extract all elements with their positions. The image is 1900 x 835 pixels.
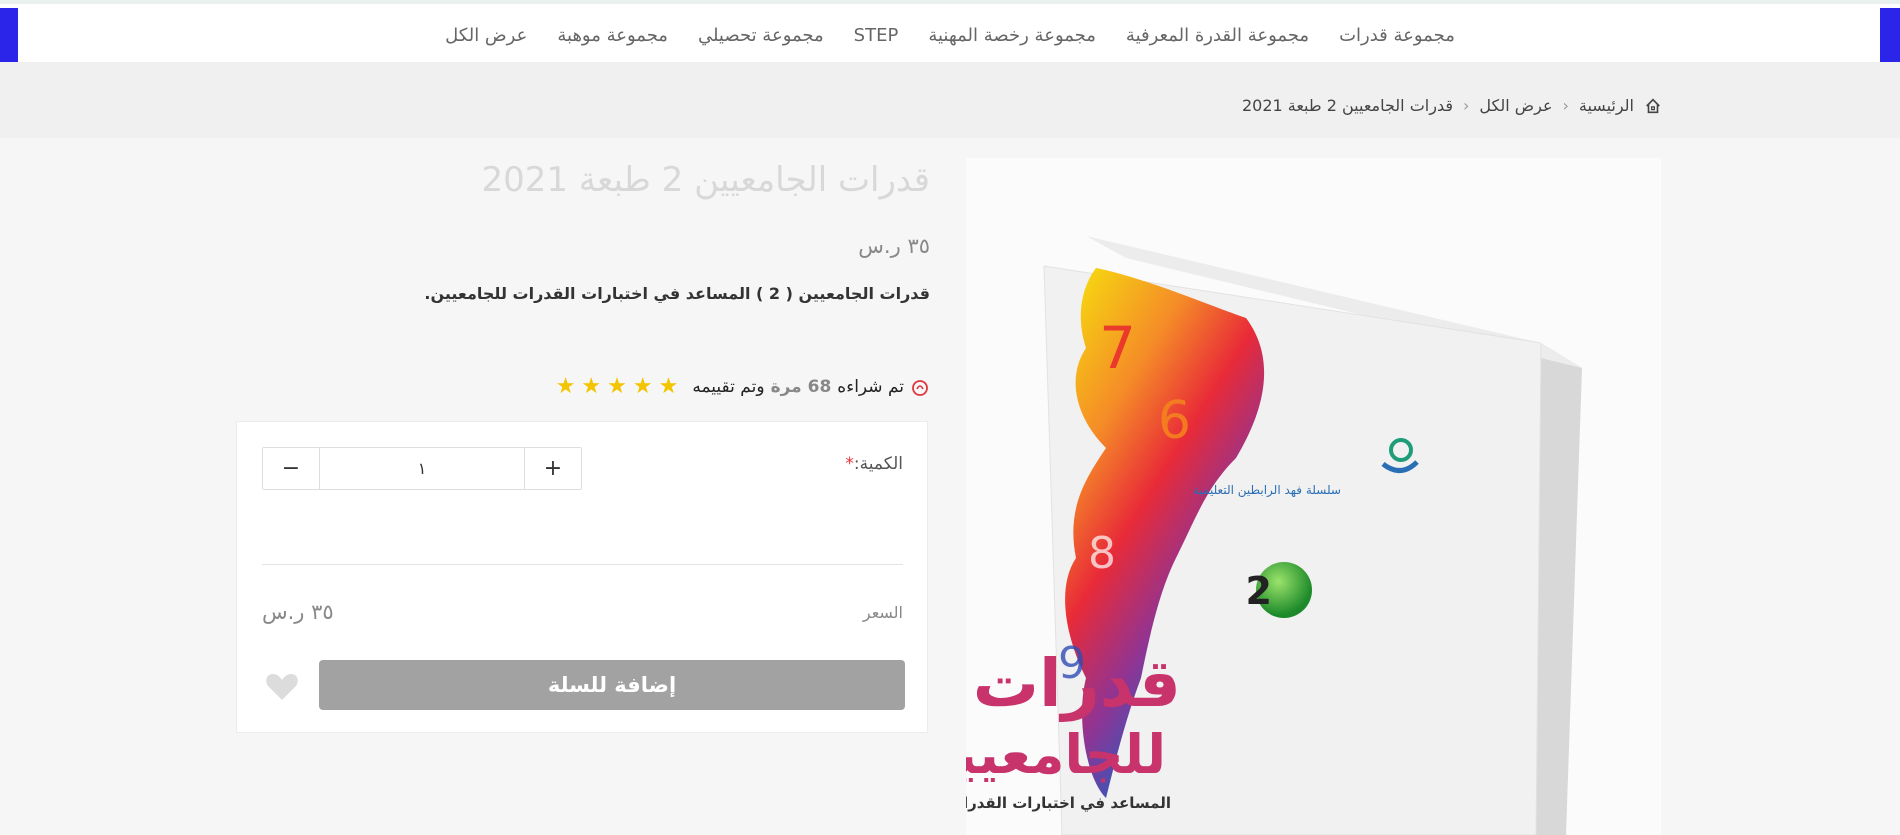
required-mark: *	[845, 454, 854, 474]
purchase-prefix: تم شراءه	[837, 377, 904, 397]
star-icon: ★	[632, 374, 653, 399]
chevron-left-icon: ‹	[1463, 96, 1470, 115]
add-to-cart-button[interactable]: إضافة للسلة	[319, 660, 905, 710]
quantity-input[interactable]	[320, 448, 524, 489]
breadcrumb-home[interactable]: الرئيسية	[1579, 96, 1634, 115]
product-image[interactable]: 7 6 8 9 سلسلة فهد الرابطين التعليمية 2 ق…	[966, 158, 1661, 835]
purchase-suffix: وتم تقييمه	[692, 377, 765, 397]
quantity-label: الكمية:*	[845, 454, 903, 474]
nav-item-view-all[interactable]: عرض الكل	[445, 25, 527, 46]
rating-stars: ★ ★ ★ ★ ★	[556, 376, 679, 398]
divider	[262, 564, 903, 565]
product-title: قدرات الجامعيين 2 طبعة 2021	[481, 160, 930, 200]
nav-item-step[interactable]: STEP	[854, 25, 899, 46]
svg-text:قدرات: قدرات	[973, 645, 1181, 722]
add-to-cart-box: الكمية:* − + السعر ٣٥ ر.س إضافة للسلة	[236, 421, 928, 733]
quantity-label-text: الكمية:	[853, 454, 903, 474]
svg-text:6: 6	[1158, 391, 1191, 451]
product-price: ٣٥ ر.س	[858, 234, 930, 258]
svg-text:7: 7	[1099, 314, 1136, 382]
quantity-stepper: − +	[262, 447, 582, 490]
svg-text:للجامعيين: للجامعيين	[966, 723, 1166, 786]
main-nav: مجموعة قدرات مجموعة القدرة المعرفية مجمو…	[0, 4, 1900, 66]
breadcrumb: الرئيسية ‹ عرض الكل ‹ قدرات الجامعيين 2 …	[1242, 96, 1662, 115]
home-icon[interactable]	[1644, 97, 1662, 115]
decrease-quantity-button[interactable]: −	[263, 448, 320, 489]
svg-text:2: 2	[1246, 569, 1272, 613]
breadcrumb-view-all[interactable]: عرض الكل	[1479, 96, 1552, 115]
svg-text:سلسلة فهد الرابطين التعليمية: سلسلة فهد الرابطين التعليمية	[1193, 483, 1341, 498]
purchase-rating-row: تم شراءه 68 مرة وتم تقييمه ★ ★ ★ ★ ★	[556, 376, 930, 398]
svg-text:المساعد في اختبارات القدرات لل: المساعد في اختبارات القدرات للجامعيين	[966, 794, 1171, 812]
top-navbar: مجموعة قدرات مجموعة القدرة المعرفية مجمو…	[0, 0, 1900, 66]
nav-item-mawhiba[interactable]: مجموعة موهبة	[557, 25, 668, 46]
chevron-left-icon: ‹	[1562, 96, 1569, 115]
breadcrumb-current: قدرات الجامعيين 2 طبعة 2021	[1241, 96, 1453, 115]
nav-item-qudurat[interactable]: مجموعة قدرات	[1339, 25, 1455, 46]
purchase-count: 68 مرة	[770, 377, 832, 397]
increase-quantity-button[interactable]: +	[524, 448, 581, 489]
fire-icon	[912, 380, 928, 396]
nav-item-license[interactable]: مجموعة رخصة المهنية	[928, 25, 1096, 46]
heart-icon[interactable]	[265, 672, 299, 702]
nav-item-cognitive[interactable]: مجموعة القدرة المعرفية	[1126, 25, 1309, 46]
book-cover-illustration: 7 6 8 9 سلسلة فهد الرابطين التعليمية 2 ق…	[966, 236, 1582, 835]
total-price-value: ٣٥ ر.س	[262, 600, 334, 624]
total-price-label: السعر	[862, 603, 903, 622]
star-icon: ★	[607, 374, 627, 399]
product-description: قدرات الجامعيين ( 2 ) المساعد في اختبارا…	[424, 284, 930, 303]
svg-text:8: 8	[1088, 528, 1116, 579]
star-icon: ★	[555, 374, 576, 399]
star-icon: ★	[658, 374, 679, 399]
nav-item-tahsili[interactable]: مجموعة تحصيلي	[698, 25, 824, 46]
star-icon: ★	[581, 374, 602, 399]
